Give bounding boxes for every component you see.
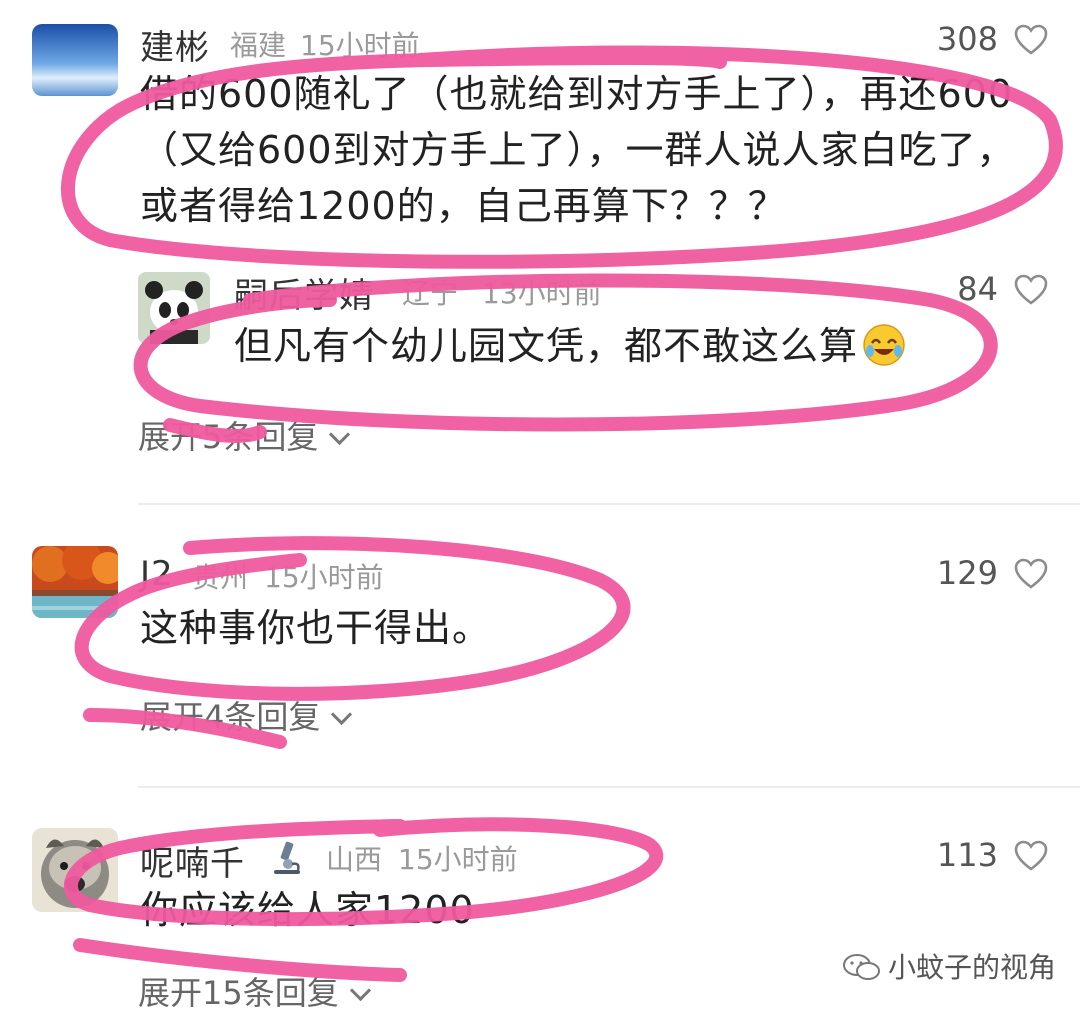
reply-avatar[interactable] <box>138 272 210 344</box>
reply-username[interactable]: 嗣后学婧 <box>234 268 374 317</box>
wechat-icon <box>843 954 880 980</box>
laughing-crying-emoji <box>863 324 905 366</box>
expand-replies-button[interactable]: 展开4条回复 <box>140 692 353 738</box>
comment-location: 福建 <box>230 29 287 62</box>
expand-replies-label: 展开5条回复 <box>138 418 319 456</box>
heart-outline-icon[interactable] <box>1014 558 1048 590</box>
chevron-down-icon <box>329 423 351 446</box>
username[interactable]: 建彬 <box>140 20 210 69</box>
comment-time: 15小时前 <box>300 29 420 62</box>
comment-text: 你应该给人家1200 <box>140 888 475 932</box>
expand-replies-label: 展开15条回复 <box>138 974 339 1012</box>
comment-item: J2 贵州 15小时前 129 这种事你也干得出。 展开4条回复 <box>0 506 1080 786</box>
comment-item: 建彬 福建 15小时前 308 借的600随礼了（也就给到对方手上了），再还60… <box>0 0 1080 500</box>
expand-replies-button[interactable]: 展开15条回复 <box>138 968 371 1014</box>
username[interactable]: J2 <box>140 554 174 594</box>
avatar[interactable] <box>32 828 118 912</box>
like-count: 113 <box>936 836 998 874</box>
expand-replies-label: 展开4条回复 <box>140 698 321 736</box>
expand-replies-button[interactable]: 展开5条回复 <box>138 412 351 458</box>
username-text: 呢喃千 <box>140 844 245 884</box>
reply-text-content: 但凡有个幼儿园文凭，都不敢这么算 <box>234 324 859 368</box>
username[interactable]: 呢喃千 <box>140 836 245 885</box>
comment-location: 贵州 <box>192 561 249 594</box>
heart-outline-icon[interactable] <box>1014 840 1048 872</box>
comment-time: 15小时前 <box>264 561 384 594</box>
reply-time: 13小时前 <box>482 277 602 310</box>
chevron-down-icon <box>349 979 371 1002</box>
reply-location: 辽宁 <box>402 277 459 310</box>
chevron-down-icon <box>331 703 353 726</box>
heart-outline-icon[interactable] <box>1014 24 1048 56</box>
comment-text: 这种事你也干得出。 <box>140 606 492 650</box>
microscope-icon <box>274 841 300 874</box>
like-count: 308 <box>936 20 998 58</box>
comment-text: 借的600随礼了（也就给到对方手上了），再还600（又给600到对方手上了），一… <box>140 72 1016 228</box>
avatar[interactable] <box>32 24 118 96</box>
reply-like-count: 84 <box>957 270 998 308</box>
comment-location: 山西 <box>326 843 383 876</box>
heart-outline-icon[interactable] <box>1014 274 1048 306</box>
reply-text: 但凡有个幼儿园文凭，都不敢这么算 <box>234 318 954 374</box>
comment-time: 15小时前 <box>398 843 518 876</box>
like-count: 129 <box>936 554 998 592</box>
divider <box>138 503 1080 505</box>
avatar[interactable] <box>32 546 118 618</box>
watermark-text: 小蚊子的视角 <box>888 951 1057 984</box>
